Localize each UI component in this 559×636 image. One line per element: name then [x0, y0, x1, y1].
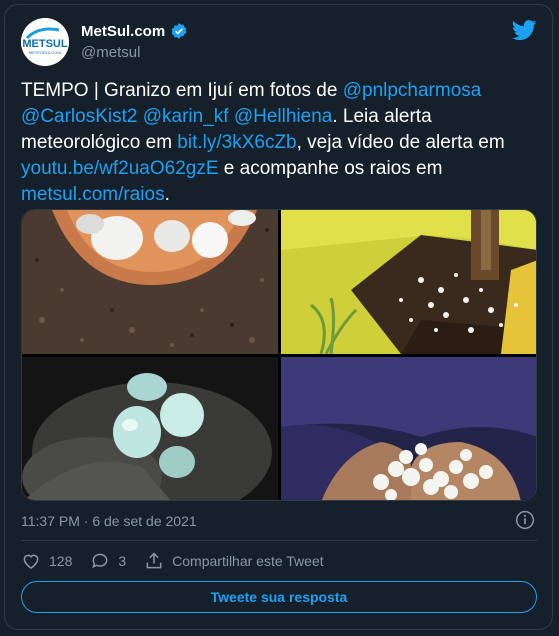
photo-hail-hand[interactable]	[22, 357, 278, 500]
avatar-subtext: METEOROLOGIA	[29, 50, 62, 55]
like-count: 128	[49, 553, 73, 569]
tweet-text-segment: .	[164, 184, 170, 205]
name-row: MetSul.com	[81, 22, 188, 40]
metsul-logo: METSUL METEOROLOGIA	[21, 18, 69, 66]
media-grid	[21, 209, 537, 501]
tweet-text: TEMPO | Granizo em Ijuí em fotos de @pnl…	[21, 78, 536, 208]
tweet-text-segment: , veja vídeo de alerta em	[296, 132, 505, 153]
mention-link[interactable]: @pnlpcharmosa	[343, 80, 482, 101]
url-link[interactable]: metsul.com/raios	[21, 184, 165, 205]
reply-count: 3	[118, 553, 127, 569]
info-icon[interactable]	[515, 510, 535, 530]
handle[interactable]: @metsul	[81, 44, 140, 61]
mention-link[interactable]: @Hellhiena	[234, 106, 333, 127]
share-label: Compartilhar este Tweet	[172, 553, 324, 569]
mention-link[interactable]: @CarlosKist2	[21, 106, 137, 127]
url-link[interactable]: youtu.be/wf2uaO62gzE	[21, 158, 219, 179]
display-name[interactable]: MetSul.com	[81, 23, 165, 40]
avatar-text: METSUL	[22, 38, 68, 50]
reply-button[interactable]: Tweete sua resposta	[21, 581, 537, 613]
like-button[interactable]: 128	[21, 551, 72, 571]
speech-bubble-icon	[92, 553, 108, 569]
divider	[21, 540, 537, 541]
share-button[interactable]: Compartilhar este Tweet	[144, 551, 324, 571]
photo-hail-handful[interactable]	[281, 357, 536, 500]
timestamp[interactable]: 11:37 PM · 6 de set de 2021	[21, 513, 197, 529]
tweet-text-segment: e acompanhe os raios em	[218, 158, 443, 179]
photo-hail-bowl[interactable]	[22, 210, 278, 354]
tweet-text-segment: TEMPO | Granizo em Ijuí em fotos de	[21, 80, 343, 101]
reply-count-button[interactable]: 3	[90, 551, 126, 571]
share-icon	[146, 552, 162, 569]
mention-link[interactable]: @karin_kf	[143, 106, 229, 127]
twitter-bird-icon[interactable]	[512, 20, 537, 41]
verified-badge-icon	[171, 23, 187, 39]
url-link[interactable]: bit.ly/3kX6cZb	[177, 132, 296, 153]
photo-hail-plant[interactable]	[281, 210, 536, 354]
heart-icon	[23, 554, 39, 569]
avatar[interactable]: METSUL METEOROLOGIA	[21, 18, 69, 66]
action-bar: 128 3 Compartilhar este Tweet	[21, 550, 342, 572]
